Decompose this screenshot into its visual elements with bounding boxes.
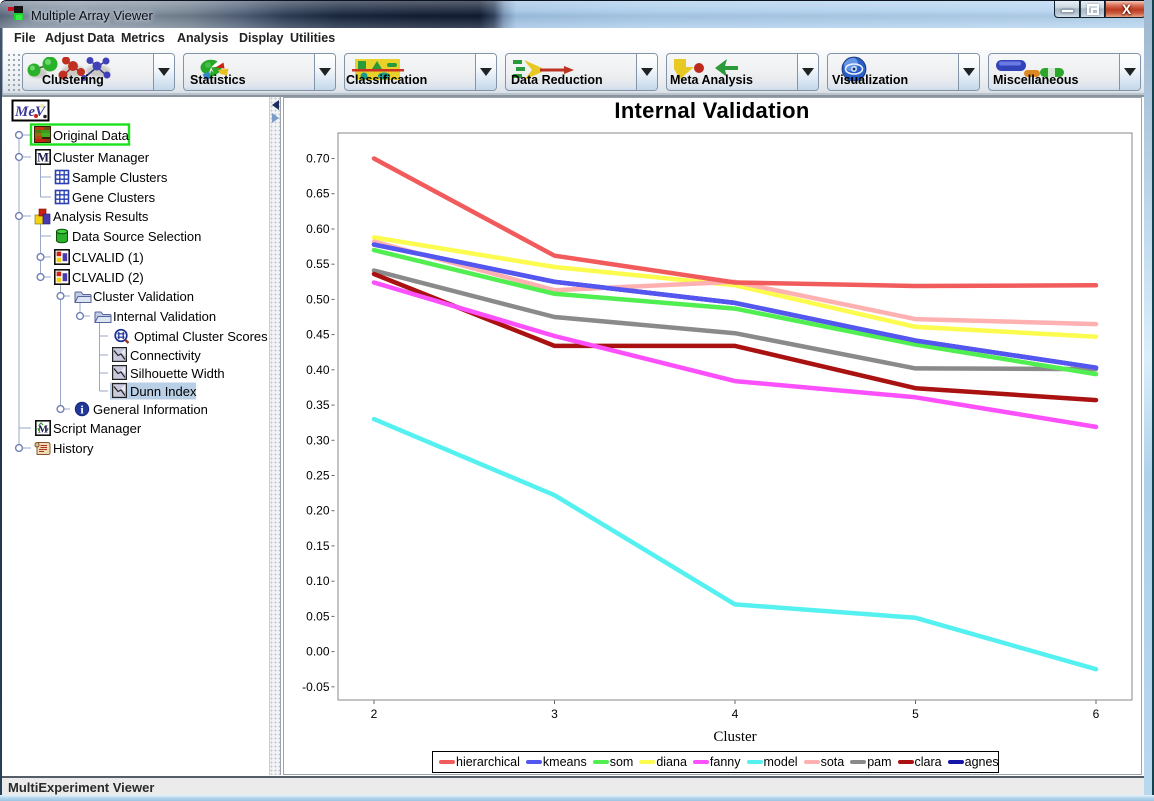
svg-text:0.25: 0.25 (306, 469, 330, 483)
svg-text:5: 5 (912, 707, 919, 721)
svg-text:-0.05: -0.05 (302, 680, 330, 694)
svg-text:0.65: 0.65 (306, 187, 330, 201)
svg-text:0.30: 0.30 (306, 433, 330, 447)
svg-text:0.10: 0.10 (306, 574, 330, 588)
svg-text:2: 2 (371, 707, 378, 721)
svg-text:0.15: 0.15 (306, 539, 330, 553)
svg-text:M: M (37, 151, 49, 165)
svg-text:6: 6 (1093, 707, 1100, 721)
svg-text:0.50: 0.50 (306, 292, 330, 306)
svg-text:0.20: 0.20 (306, 504, 330, 518)
svg-text:4: 4 (732, 707, 739, 721)
svg-text:0.35: 0.35 (306, 398, 330, 412)
svg-text:Cluster: Cluster (713, 729, 756, 745)
svg-text:0.55: 0.55 (306, 257, 330, 271)
svg-text:0.40: 0.40 (306, 363, 330, 377)
svg-text:M: M (38, 425, 48, 436)
svg-text:0.60: 0.60 (306, 222, 330, 236)
svg-text:3: 3 (551, 707, 558, 721)
svg-text:0.70: 0.70 (306, 152, 330, 166)
svg-text:0.00: 0.00 (306, 645, 330, 659)
svg-text:0.45: 0.45 (306, 328, 330, 342)
svg-text:0.05: 0.05 (306, 609, 330, 623)
svg-text:Internal Validation: Internal Validation (614, 98, 809, 123)
